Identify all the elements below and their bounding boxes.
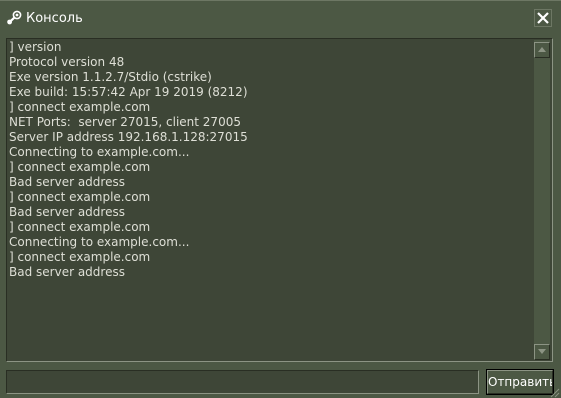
close-icon bbox=[537, 12, 549, 24]
console-line: ] connect example.com bbox=[9, 250, 151, 264]
steam-icon bbox=[6, 10, 22, 26]
window-title: Консоль bbox=[26, 11, 83, 26]
scroll-up-button[interactable] bbox=[534, 42, 550, 58]
console-line: NET Ports: server 27015, client 27005 bbox=[9, 115, 241, 129]
arrow-down-icon bbox=[538, 349, 546, 354]
arrow-up-icon bbox=[538, 47, 546, 52]
console-line: ] connect example.com bbox=[9, 220, 151, 234]
console-line: Bad server address bbox=[9, 205, 125, 219]
console-line: Protocol version 48 bbox=[9, 55, 125, 69]
command-input[interactable] bbox=[6, 370, 479, 394]
scroll-down-button[interactable] bbox=[534, 344, 550, 360]
console-line: Bad server address bbox=[9, 175, 125, 189]
console-line: Bad server address bbox=[9, 265, 125, 279]
submit-button[interactable]: Отправить bbox=[486, 369, 554, 395]
console-output[interactable]: ] version Protocol version 48 Exe version … bbox=[6, 38, 553, 362]
close-button[interactable] bbox=[534, 9, 552, 27]
console-window: Консоль ] version Protocol version 48 Exe … bbox=[0, 0, 561, 398]
console-line: Connecting to example.com... bbox=[9, 145, 190, 159]
resize-grip-icon[interactable] bbox=[548, 386, 560, 398]
console-line: Exe build: 15:57:42 Apr 19 2019 (8212) bbox=[9, 85, 248, 99]
console-line: Server IP address 192.168.1.128:27015 bbox=[9, 130, 248, 144]
console-log: ] version Protocol version 48 Exe version … bbox=[9, 40, 529, 358]
console-line: Exe version 1.1.2.7/Stdio (cstrike) bbox=[9, 70, 212, 84]
scroll-track[interactable] bbox=[536, 60, 548, 342]
console-line: ] connect example.com bbox=[9, 100, 151, 114]
console-line: ] version bbox=[9, 40, 62, 54]
console-line: ] connect example.com bbox=[9, 160, 151, 174]
console-line: Connecting to example.com... bbox=[9, 235, 190, 249]
title-bar[interactable]: Консоль bbox=[0, 1, 561, 35]
console-line: ] connect example.com bbox=[9, 190, 151, 204]
vertical-scrollbar[interactable] bbox=[534, 40, 550, 360]
